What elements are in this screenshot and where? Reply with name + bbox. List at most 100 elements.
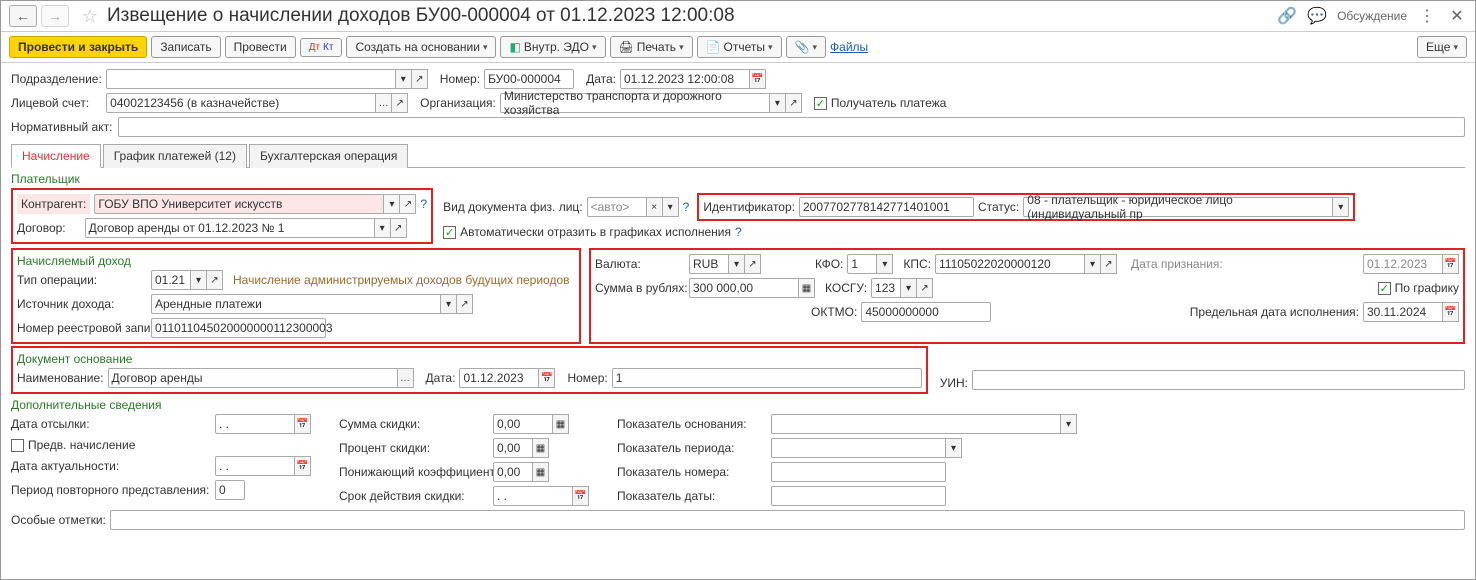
ind-period-dd[interactable]: ▾ xyxy=(946,438,962,458)
disc-sum-calc[interactable]: ▦ xyxy=(553,414,569,434)
limit-cal[interactable]: 📅 xyxy=(1443,302,1459,322)
term-input[interactable]: . . xyxy=(493,486,573,506)
kosgu-dd[interactable]: ▾ xyxy=(901,278,917,298)
id-input[interactable]: 2007702778142771401001 xyxy=(799,197,974,217)
date-input[interactable]: 01.12.2023 12:00:08 xyxy=(620,69,750,89)
kps-dd[interactable]: ▾ xyxy=(1085,254,1101,274)
discussion-icon[interactable]: 💬 xyxy=(1307,6,1327,26)
basis-name-input[interactable]: Договор аренды xyxy=(108,368,398,388)
files-link[interactable]: Файлы xyxy=(830,40,868,54)
term-cal[interactable]: 📅 xyxy=(573,486,589,506)
doc-clear[interactable]: × xyxy=(647,197,663,217)
forward-button[interactable]: → xyxy=(41,5,69,27)
account-input[interactable]: 04002123456 (в казначействе) xyxy=(106,93,376,113)
disc-pct-input[interactable]: 0,00 xyxy=(493,438,533,458)
sum-input[interactable]: 300 000,00 xyxy=(689,278,799,298)
sched-checkbox[interactable]: ✓По графику xyxy=(1378,281,1459,295)
subdiv-input[interactable] xyxy=(106,69,396,89)
ind-basis-input[interactable] xyxy=(771,414,1061,434)
kosgu-input[interactable]: 123 xyxy=(871,278,901,298)
discussion-label[interactable]: Обсуждение xyxy=(1337,9,1407,23)
status-dd[interactable]: ▾ xyxy=(1333,197,1349,217)
send-input[interactable]: . . xyxy=(215,414,295,434)
tab-accrual[interactable]: Начисление xyxy=(11,144,101,168)
disc-sum-input[interactable]: 0,00 xyxy=(493,414,553,434)
ind-period-input[interactable] xyxy=(771,438,946,458)
account-open[interactable]: ↗ xyxy=(392,93,408,113)
number-input[interactable]: БУ00-000004 xyxy=(484,69,574,89)
limit-input[interactable]: 30.11.2024 xyxy=(1363,302,1443,322)
post-and-close-button[interactable]: Провести и закрыть xyxy=(9,36,147,58)
kps-open[interactable]: ↗ xyxy=(1101,254,1117,274)
optype-dd[interactable]: ▾ xyxy=(191,270,207,290)
recipient-checkbox[interactable]: ✓Получатель платежа xyxy=(814,96,946,110)
tab-schedule[interactable]: График платежей (12) xyxy=(103,144,247,168)
create-based-button[interactable]: Создать на основании▾ xyxy=(346,36,496,58)
send-cal[interactable]: 📅 xyxy=(295,414,311,434)
contr-open[interactable]: ↗ xyxy=(400,194,416,214)
preacc-checkbox[interactable]: Предв. начисление xyxy=(11,438,135,452)
back-button[interactable]: ← xyxy=(9,5,37,27)
cur-open[interactable]: ↗ xyxy=(745,254,761,274)
basis-name-more[interactable]: … xyxy=(398,368,414,388)
more-button[interactable]: Еще▾ xyxy=(1417,36,1467,58)
subdiv-dd[interactable]: ▾ xyxy=(396,69,412,89)
contract-dd[interactable]: ▾ xyxy=(375,218,391,238)
attach-button[interactable]: 📎▾ xyxy=(786,36,826,58)
contr-help-icon[interactable]: ? xyxy=(420,197,427,211)
disc-pct-calc[interactable]: ▦ xyxy=(533,438,549,458)
cur-input[interactable]: RUB xyxy=(689,254,729,274)
norm-input[interactable] xyxy=(118,117,1465,137)
ind-basis-dd[interactable]: ▾ xyxy=(1061,414,1077,434)
kebab-menu-icon[interactable]: ⋮ xyxy=(1417,6,1437,26)
contract-input[interactable]: Договор аренды от 01.12.2023 № 1 xyxy=(85,218,375,238)
optype-input[interactable]: 01.21 xyxy=(151,270,191,290)
optype-open[interactable]: ↗ xyxy=(207,270,223,290)
tab-accounting[interactable]: Бухгалтерская операция xyxy=(249,144,408,168)
reports-button[interactable]: 📄Отчеты▾ xyxy=(697,36,782,58)
reg-input[interactable]: 011011045020000000112300003 xyxy=(151,318,326,338)
org-dd[interactable]: ▾ xyxy=(770,93,786,113)
doc-input[interactable]: <авто> xyxy=(587,197,647,217)
basis-num-input[interactable]: 1 xyxy=(612,368,922,388)
cur-dd[interactable]: ▾ xyxy=(729,254,745,274)
source-input[interactable]: Арендные платежи xyxy=(151,294,441,314)
oktmo-input[interactable]: 45000000000 xyxy=(861,302,991,322)
sum-calc[interactable]: ▦ xyxy=(799,278,815,298)
auto-help-icon[interactable]: ? xyxy=(735,225,742,239)
doc-help-icon[interactable]: ? xyxy=(683,200,690,214)
coef-input[interactable]: 0,00 xyxy=(493,462,533,482)
write-button[interactable]: Записать xyxy=(151,36,220,58)
contract-open[interactable]: ↗ xyxy=(391,218,407,238)
subdiv-open[interactable]: ↗ xyxy=(412,69,428,89)
print-button[interactable]: 🖨Печать▾ xyxy=(610,36,693,58)
contr-dd[interactable]: ▾ xyxy=(384,194,400,214)
dk-button[interactable]: ДтКт xyxy=(300,38,343,57)
coef-calc[interactable]: ▦ xyxy=(533,462,549,482)
kosgu-open[interactable]: ↗ xyxy=(917,278,933,298)
ind-date-input[interactable] xyxy=(771,486,946,506)
basis-date-input[interactable]: 01.12.2023 xyxy=(459,368,539,388)
kfo-input[interactable]: 1 xyxy=(847,254,877,274)
edo-button[interactable]: ◧Внутр. ЭДО▾ xyxy=(500,36,605,58)
kfo-dd[interactable]: ▾ xyxy=(877,254,893,274)
close-icon[interactable]: ✕ xyxy=(1447,6,1467,26)
recog-cal[interactable]: 📅 xyxy=(1443,254,1459,274)
doc-dd[interactable]: ▾ xyxy=(663,197,679,217)
kps-input[interactable]: 11105022020000120 xyxy=(935,254,1085,274)
actual-input[interactable]: . . xyxy=(215,456,295,476)
link-icon[interactable]: 🔗 xyxy=(1277,6,1297,26)
uin-input[interactable] xyxy=(972,370,1465,390)
date-cal[interactable]: 📅 xyxy=(750,69,766,89)
repeat-input[interactable]: 0 xyxy=(215,480,245,500)
auto-checkbox[interactable]: ✓Автоматически отразить в графиках испол… xyxy=(443,225,731,239)
favorite-star-icon[interactable]: ☆ xyxy=(79,5,101,27)
source-open[interactable]: ↗ xyxy=(457,294,473,314)
source-dd[interactable]: ▾ xyxy=(441,294,457,314)
marks-input[interactable] xyxy=(110,510,1465,530)
basis-date-cal[interactable]: 📅 xyxy=(539,368,555,388)
ind-num-input[interactable] xyxy=(771,462,946,482)
account-more[interactable]: … xyxy=(376,93,392,113)
post-button[interactable]: Провести xyxy=(225,36,296,58)
status-input[interactable]: 08 - плательщик - юридическое лицо (инди… xyxy=(1023,197,1333,217)
